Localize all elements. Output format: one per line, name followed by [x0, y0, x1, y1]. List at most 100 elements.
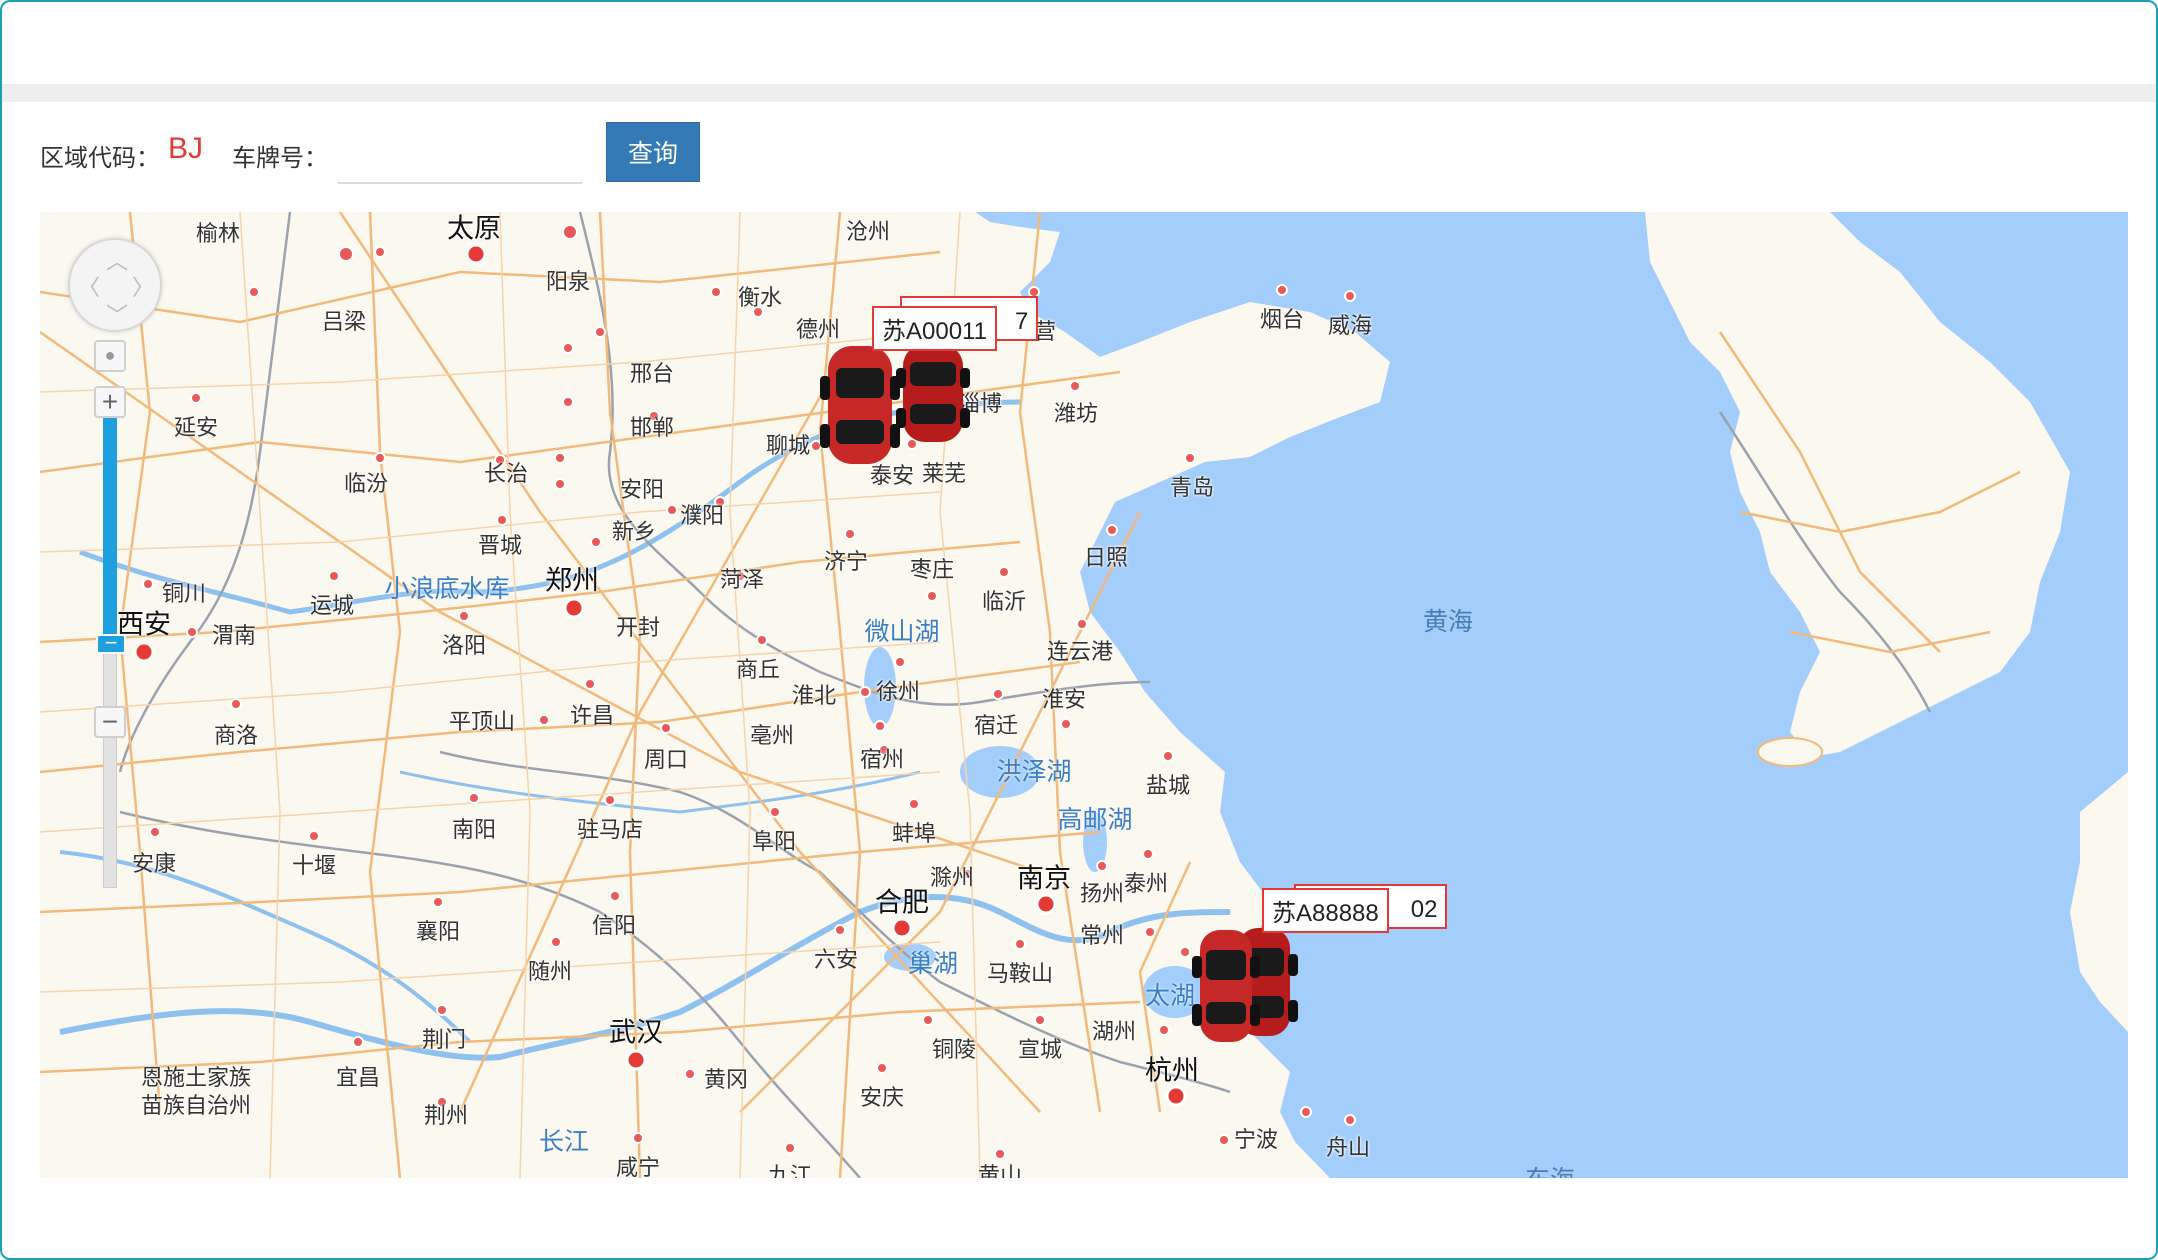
vehicle-label[interactable]: 苏A00011 [872, 306, 997, 351]
city-label: 阜阳 [751, 829, 797, 854]
vehicle-plate-suffix: 02 [1410, 896, 1438, 923]
water-label: 小浪底水库 [384, 575, 510, 603]
major-city-label: 太原 [447, 213, 501, 244]
water-label: 微山湖 [864, 618, 940, 646]
zoom-out-button[interactable]: − [94, 706, 126, 738]
city-label: 信阳 [591, 913, 637, 938]
vehicle-plate: 苏A00011 [882, 318, 987, 345]
city-label: 铜陵 [931, 1037, 977, 1062]
sea-label-yellow: 黄海 [1422, 608, 1474, 636]
vehicle-label[interactable]: 苏A88888 [1262, 888, 1389, 933]
city-label: 运城 [309, 593, 355, 618]
pan-left-icon[interactable]: 〈 [78, 270, 100, 302]
pan-up-icon[interactable]: ︿ [106, 244, 128, 276]
city-label: 宁波 [1233, 1127, 1279, 1152]
plate-label: 车牌号： [232, 145, 328, 172]
city-label: 马鞍山 [986, 961, 1054, 986]
city-label: 苗族自治州 [140, 1093, 252, 1118]
city-label: 盐城 [1145, 773, 1191, 798]
city-label: 舟山 [1325, 1135, 1371, 1160]
car-marker[interactable] [810, 340, 910, 470]
city-label: 徐州 [875, 679, 921, 704]
city-label: 临沂 [981, 589, 1027, 614]
car-marker[interactable] [1186, 924, 1266, 1048]
city-label: 宜昌 [335, 1065, 381, 1090]
city-label: 衡水 [737, 285, 783, 310]
city-label: 新乡 [611, 519, 657, 544]
area-code-value: BJ [168, 132, 204, 165]
city-label: 宿州 [859, 747, 905, 772]
major-city-label: 杭州 [1145, 1055, 1199, 1086]
page-frame: 区域代码： BJ 车牌号： 查询 黄海 小浪底水库 微山湖 洪泽湖 高邮湖 巢湖… [0, 0, 2158, 1260]
city-label: 日照 [1083, 545, 1129, 570]
city-label: 安康 [131, 851, 177, 876]
city-label: 榆林 [195, 221, 241, 246]
city-label: 渭南 [211, 623, 257, 648]
zoom-slider-handle[interactable]: − [96, 632, 126, 654]
locate-icon[interactable]: ● [94, 340, 126, 372]
city-label: 潍坊 [1053, 401, 1099, 426]
city-label: 黄山 [977, 1163, 1023, 1178]
city-label: 阳泉 [545, 269, 591, 294]
water-label: 洪泽湖 [996, 758, 1072, 786]
city-label: 扬州 [1079, 881, 1125, 906]
pan-down-icon[interactable]: ﹀ [106, 298, 128, 330]
water-label: 高邮湖 [1057, 806, 1133, 834]
major-city-label: 合肥 [875, 887, 929, 918]
query-button[interactable]: 查询 [606, 122, 700, 182]
city-label: 南阳 [451, 817, 497, 842]
city-label: 吕梁 [321, 309, 367, 334]
city-label: 平顶山 [448, 709, 516, 734]
city-label: 滁州 [929, 865, 975, 890]
city-label: 许昌 [569, 703, 615, 728]
header-band [2, 84, 2156, 102]
city-label: 连云港 [1046, 639, 1114, 664]
area-code-label: 区域代码： [40, 145, 160, 172]
plate-input[interactable] [338, 124, 582, 184]
city-label: 洛阳 [441, 633, 487, 658]
city-label: 常州 [1079, 923, 1125, 948]
city-label: 威海 [1327, 313, 1373, 338]
city-label: 随州 [527, 959, 573, 984]
city-label: 烟台 [1259, 307, 1305, 332]
city-label: 襄阳 [415, 919, 461, 944]
city-label: 咸宁 [615, 1155, 661, 1178]
city-label: 周口 [643, 747, 689, 772]
city-label: 铜川 [161, 581, 207, 606]
map-view[interactable]: 黄海 东海 小浪底水库 微山湖 洪泽湖 高邮湖 巢湖 太湖 长江 太原 郑州 西… [40, 212, 2128, 1178]
city-label: 菏泽 [719, 567, 765, 592]
city-label: 荆州 [423, 1103, 469, 1128]
city-label: 莱芜 [921, 461, 967, 486]
city-label: 荆门 [421, 1027, 467, 1052]
city-label: 开封 [615, 615, 661, 640]
city-label: 蚌埠 [891, 821, 937, 846]
city-label: 延安 [173, 415, 219, 440]
water-label: 长江 [538, 1128, 590, 1156]
city-label: 安阳 [619, 477, 665, 502]
major-city-label: 郑州 [545, 565, 599, 596]
search-toolbar: 区域代码： BJ 车牌号： 查询 [2, 102, 2156, 212]
vehicle-plate-suffix: 7 [1014, 308, 1029, 335]
city-label: 泰州 [1123, 871, 1169, 896]
city-label: 临汾 [343, 471, 389, 496]
jeju-island [1757, 737, 1823, 767]
city-label: 黄冈 [703, 1067, 749, 1092]
city-label: 安庆 [859, 1085, 905, 1110]
pan-right-icon[interactable]: 〉 [132, 270, 154, 302]
city-label: 邢台 [629, 361, 675, 386]
city-label: 晋城 [477, 533, 523, 558]
city-label: 亳州 [749, 723, 795, 748]
major-city-label: 南京 [1017, 863, 1071, 894]
city-label: 邯郸 [629, 415, 675, 440]
city-label: 驻马店 [576, 817, 644, 842]
city-label: 聊城 [765, 433, 811, 458]
city-label: 商洛 [213, 723, 259, 748]
water-label: 巢湖 [907, 950, 959, 978]
city-label: 濮阳 [679, 503, 725, 528]
city-label: 九江 [767, 1163, 813, 1178]
pan-control[interactable]: ︿ ﹀ 〈 〉 [68, 238, 162, 332]
city-label: 十堰 [291, 853, 337, 878]
city-label: 枣庄 [909, 557, 955, 582]
city-label: 长治 [483, 461, 529, 486]
zoom-in-button[interactable]: + [94, 386, 126, 418]
